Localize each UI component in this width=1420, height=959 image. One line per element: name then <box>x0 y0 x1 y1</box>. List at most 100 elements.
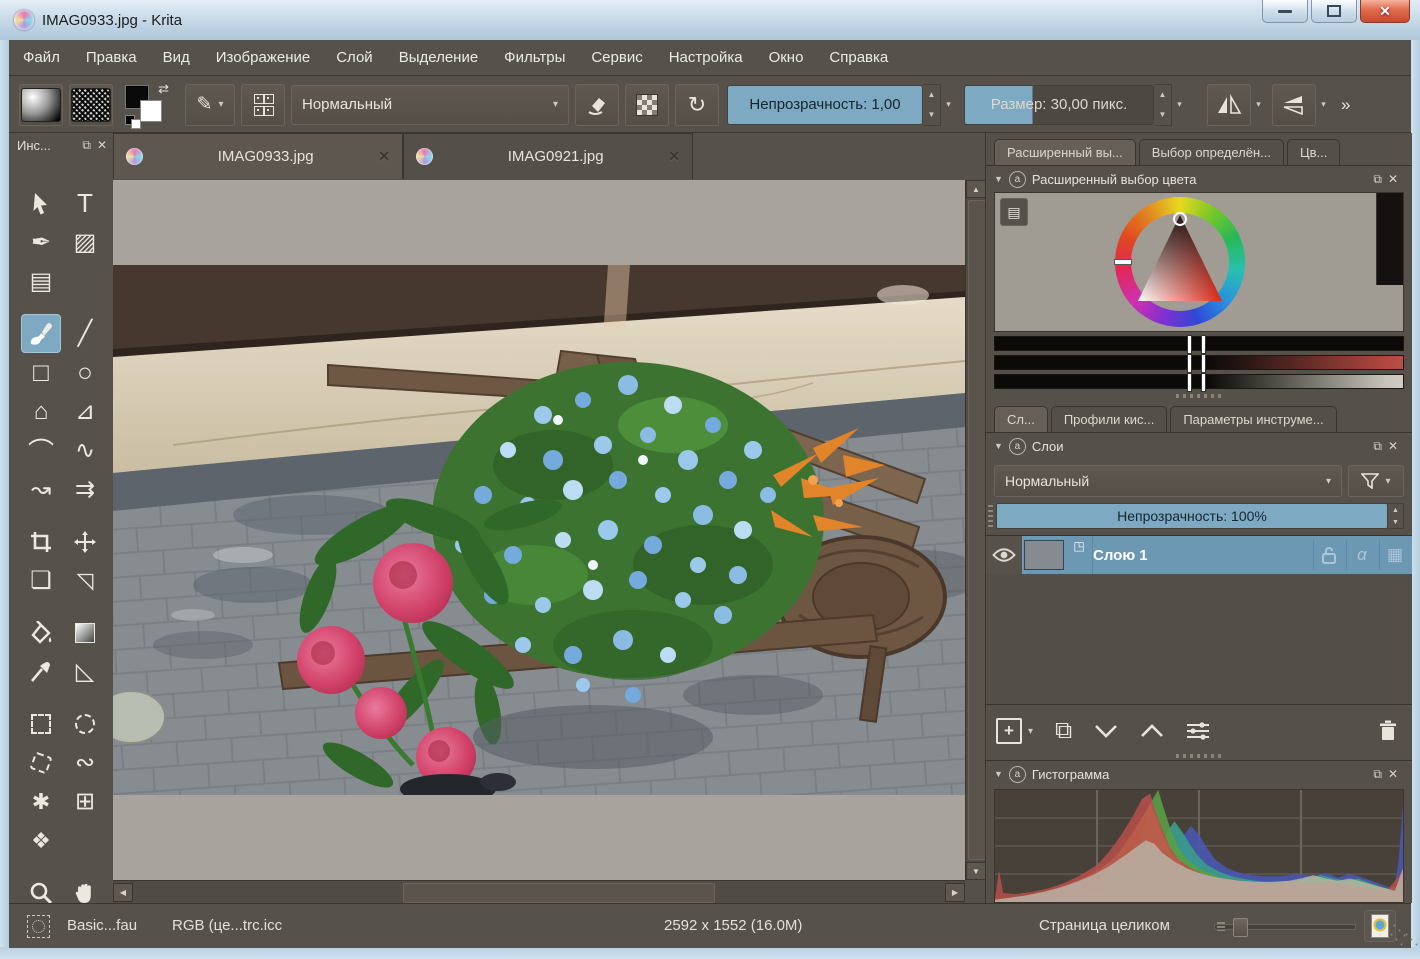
tool-measure[interactable]: ◺ <box>65 652 105 691</box>
toolbox-docker-header[interactable]: Инс... ⧉ ✕ <box>9 133 113 157</box>
tool-freehand-brush[interactable] <box>21 314 61 353</box>
swap-colors-icon[interactable]: ⇄ <box>158 81 169 97</box>
tool-line[interactable]: ╱ <box>65 314 105 353</box>
scroll-right-icon[interactable]: ▶ <box>945 883 965 902</box>
menu-item-4[interactable]: Слой <box>336 49 372 66</box>
menu-item-0[interactable]: Файл <box>23 49 60 66</box>
tool-ellipse-select[interactable] <box>65 704 105 743</box>
tool-dynamic-brush[interactable]: ↝ <box>21 470 61 509</box>
color-tab-1[interactable]: Выбор определён... <box>1139 139 1284 165</box>
blend-mode-select[interactable]: Нормальный ▾ <box>291 85 569 125</box>
layer-filter-button[interactable]: ▾ <box>1348 465 1404 497</box>
collapse-arrow-icon[interactable]: ▼ <box>994 441 1003 451</box>
opacity-spinner[interactable]: ▲▼ <box>923 84 941 126</box>
spin-down-icon[interactable]: ▼ <box>1159 111 1167 119</box>
title-bar[interactable]: IMAG0933.jpg - Krita ✕ <box>0 0 1420 40</box>
gradient-bar-3[interactable] <box>994 374 1404 389</box>
workspace-chooser-button[interactable] <box>241 84 285 126</box>
layer-thumbnail[interactable] <box>1022 536 1066 574</box>
layer-visibility-toggle[interactable] <box>986 536 1022 574</box>
size-dropdown-arrow[interactable]: ▾ <box>1172 85 1187 125</box>
mirror-vertical-button[interactable] <box>1207 84 1251 126</box>
tool-freehand-select[interactable]: ∾ <box>65 743 105 782</box>
collapse-arrow-icon[interactable]: ▼ <box>994 174 1003 184</box>
tool-similar-select[interactable]: ✱ <box>21 782 61 821</box>
color-tab-2[interactable]: Цв... <box>1287 139 1340 165</box>
zoom-slider[interactable] <box>1214 924 1356 930</box>
tool-freehand-path[interactable]: ∿ <box>65 431 105 470</box>
tool-ellipse[interactable]: ○ <box>65 353 105 392</box>
mirror-horizontal-button[interactable] <box>1272 84 1316 126</box>
canvas-image[interactable] <box>113 265 965 795</box>
sv-triangle[interactable] <box>1128 209 1232 313</box>
tool-contiguous-select[interactable]: ⊞ <box>65 782 105 821</box>
gradient-bar-2[interactable] <box>994 355 1404 370</box>
brush-preset-button[interactable]: ✎▾ <box>185 84 235 126</box>
restore-button[interactable] <box>1311 0 1357 23</box>
brush-size-slider[interactable]: Размер: 30,00 пикс. <box>964 85 1154 125</box>
scroll-up-icon[interactable]: ▲ <box>966 180 986 198</box>
menu-item-6[interactable]: Фильтры <box>504 49 565 66</box>
preserve-alpha-button[interactable] <box>625 84 669 126</box>
color-history-strip[interactable] <box>1376 193 1403 285</box>
layers-docker-header[interactable]: ▼ a Слои ⧉ ✕ <box>986 432 1412 459</box>
histogram-docker-header[interactable]: ▼ a Гистограмма ⧉ ✕ <box>986 760 1412 787</box>
horizontal-scroll-thumb[interactable] <box>403 883 715 903</box>
drag-grip[interactable] <box>988 505 993 527</box>
close-docker-icon[interactable]: ✕ <box>1388 172 1398 186</box>
close-docker-icon[interactable]: ✕ <box>1388 767 1398 781</box>
tool-rectangle[interactable]: □ <box>21 353 61 392</box>
move-layer-up-button[interactable] <box>1140 724 1164 738</box>
vertical-scrollbar[interactable]: ▲ ▼ <box>965 180 986 880</box>
tool-edit-gradient[interactable]: ▤ <box>21 262 61 301</box>
menu-item-2[interactable]: Вид <box>163 49 190 66</box>
vertical-scroll-thumb[interactable] <box>968 200 986 860</box>
float-docker-icon[interactable]: ⧉ <box>1373 172 1382 187</box>
resize-handle[interactable] <box>1176 754 1222 758</box>
layer-inherit-alpha-icon[interactable]: ▦ <box>1379 540 1410 570</box>
tool-fill[interactable] <box>21 613 61 652</box>
gradient-swatch-button[interactable] <box>19 84 63 126</box>
tool-polyline[interactable]: ⊿ <box>65 392 105 431</box>
tool-rect-select[interactable] <box>21 704 61 743</box>
tool-crop[interactable] <box>21 522 61 561</box>
horizontal-scrollbar[interactable]: ◀ ▶ <box>113 880 965 904</box>
layer-blend-mode-select[interactable]: Нормальный ▾ <box>994 465 1342 497</box>
reset-colors-bg-icon[interactable] <box>131 119 141 129</box>
mirror-horizontal-dropdown[interactable]: ▾ <box>1316 85 1331 125</box>
layer-properties-button[interactable] <box>1186 722 1210 740</box>
size-spinner[interactable]: ▲▼ <box>1154 84 1172 126</box>
menu-item-10[interactable]: Справка <box>829 49 888 66</box>
canvas-area[interactable] <box>113 180 965 880</box>
tool-perspective[interactable]: ◹ <box>65 561 105 600</box>
tool-multibrush[interactable]: ⇉ <box>65 470 105 509</box>
background-color-swatch[interactable] <box>140 100 162 122</box>
tool-gradient[interactable] <box>65 613 105 652</box>
mirror-vertical-dropdown[interactable]: ▾ <box>1251 85 1266 125</box>
selection-indicator-icon[interactable] <box>27 915 50 938</box>
layer-row[interactable]: ◳ Слою 1 α ▦ <box>986 536 1412 574</box>
scroll-down-icon[interactable]: ▼ <box>966 862 986 880</box>
color-tab-0[interactable]: Расширенный вы... <box>994 139 1136 165</box>
toolbar-overflow-button[interactable]: » <box>1341 95 1350 115</box>
layer-name[interactable]: Слою 1 <box>1092 536 1313 574</box>
tool-bezier-curve[interactable]: ⌒ <box>21 431 61 470</box>
tool-text[interactable]: T <box>65 184 105 223</box>
window-resize-grip[interactable]: ⋱⋱⋱ <box>1389 926 1407 944</box>
scroll-left-icon[interactable]: ◀ <box>113 883 133 902</box>
gradient-bar-1[interactable] <box>994 336 1404 351</box>
layer-lock-icon[interactable] <box>1313 540 1344 570</box>
tool-calligraphy[interactable]: ✒ <box>21 223 61 262</box>
eraser-mode-button[interactable] <box>575 84 619 126</box>
close-tab-icon[interactable]: ✕ <box>378 148 390 165</box>
menu-item-3[interactable]: Изображение <box>216 49 311 66</box>
zoom-slider-thumb[interactable] <box>1233 918 1248 937</box>
collapse-arrow-icon[interactable]: ▼ <box>994 769 1003 779</box>
layer-opacity-spinner[interactable]: ▲▼ <box>1388 503 1404 529</box>
menu-item-8[interactable]: Настройка <box>669 49 743 66</box>
selector-settings-button[interactable]: ▤ <box>1000 198 1028 226</box>
add-layer-button[interactable]: +▾ <box>996 718 1033 744</box>
float-docker-icon[interactable]: ⧉ <box>1373 767 1382 782</box>
brush-preset-status[interactable]: Basic...fau <box>67 917 137 934</box>
zoom-mode-status[interactable]: Страница целиком <box>1039 917 1170 934</box>
